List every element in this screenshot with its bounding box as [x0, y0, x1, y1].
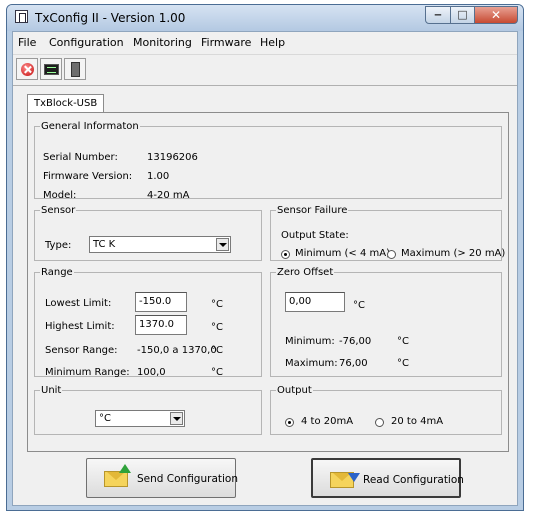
lowest-limit-label: Lowest Limit:	[45, 298, 112, 309]
failure-max-label[interactable]: Maximum (> 20 mA)	[401, 248, 505, 259]
highest-limit-label: Highest Limit:	[45, 321, 115, 332]
send-configuration-button[interactable]: Send Configuration	[86, 458, 238, 498]
title-bar[interactable]: TxConfig II - Version 1.00 ‒ □ ✕	[7, 5, 523, 31]
disconnect-button[interactable]	[16, 58, 38, 80]
menu-bar: File Configuration Monitoring Firmware H…	[13, 32, 517, 52]
sensor-type-label: Type:	[45, 240, 72, 251]
window-title: TxConfig II - Version 1.00	[35, 11, 186, 25]
serial-label: Serial Number:	[43, 152, 118, 163]
output-4-20-label[interactable]: 4 to 20mA	[301, 416, 353, 427]
offset-minimum-label: Minimum:	[285, 336, 335, 347]
output-title: Output	[277, 385, 312, 396]
monitor-icon	[44, 64, 59, 75]
unit-select[interactable]: °C	[95, 410, 185, 427]
output-state-label: Output State:	[281, 230, 349, 241]
failure-min-radio[interactable]	[281, 250, 290, 259]
sensor-title: Sensor	[41, 205, 76, 216]
unit-value: °C	[99, 413, 111, 424]
unit-title: Unit	[41, 385, 62, 396]
stop-icon	[21, 63, 34, 76]
minimum-range-unit: °C	[211, 367, 223, 378]
model-value: 4-20 mA	[147, 190, 190, 201]
maximize-button[interactable]: □	[450, 6, 475, 24]
sensor-type-value: TC K	[93, 239, 116, 250]
unit-group: Unit °C	[34, 385, 262, 435]
minimize-button[interactable]: ‒	[425, 6, 451, 24]
serial-value: 13196206	[147, 152, 198, 163]
failure-min-label[interactable]: Minimum (< 4 mA)	[295, 248, 390, 259]
menu-configuration[interactable]: Configuration	[49, 36, 124, 49]
envelope-icon	[104, 471, 128, 487]
failure-max-radio[interactable]	[387, 250, 396, 259]
chevron-down-icon[interactable]	[170, 412, 183, 425]
menu-monitoring[interactable]: Monitoring	[133, 36, 192, 49]
menu-help[interactable]: Help	[260, 36, 285, 49]
client-area: File Configuration Monitoring Firmware H…	[12, 31, 518, 506]
offset-minimum-value: -76,00	[339, 336, 372, 347]
download-arrow-icon	[348, 473, 360, 482]
tab-panel: General Informaton Serial Number: 131962…	[27, 112, 509, 452]
output-20-4-radio[interactable]	[375, 418, 384, 427]
toolbar	[13, 54, 517, 86]
zero-offset-unit: °C	[353, 300, 365, 311]
sensor-failure-title: Sensor Failure	[277, 205, 348, 216]
menu-firmware[interactable]: Firmware	[201, 36, 251, 49]
range-title: Range	[41, 267, 73, 278]
upload-arrow-icon	[119, 464, 131, 473]
minimum-range-value: 100,0	[137, 367, 166, 378]
sensor-type-select[interactable]: TC K	[89, 236, 231, 253]
general-info-group: General Informaton Serial Number: 131962…	[34, 121, 502, 201]
general-info-title: General Informaton	[41, 121, 139, 132]
send-configuration-label: Send Configuration	[137, 473, 238, 485]
minimize-icon: ‒	[434, 8, 442, 21]
sensor-range-value: -150,0 a 1370,0	[137, 345, 217, 356]
read-configuration-button[interactable]: Read Configuration	[311, 458, 464, 498]
lowest-limit-unit: °C	[211, 299, 223, 310]
sensor-range-unit: °C	[211, 345, 223, 356]
maximize-icon: □	[457, 8, 468, 21]
offset-maximum-value: 76,00	[339, 358, 368, 369]
chip-icon	[71, 62, 80, 77]
range-group: Range Lowest Limit: -150.0 °C Highest Li…	[34, 267, 262, 378]
app-icon[interactable]	[15, 10, 28, 23]
chevron-down-icon[interactable]	[216, 238, 229, 251]
output-20-4-label[interactable]: 20 to 4mA	[391, 416, 443, 427]
output-group: Output 4 to 20mA 20 to 4mA	[270, 385, 502, 435]
output-4-20-radio[interactable]	[285, 418, 294, 427]
sensor-group: Sensor Type: TC K	[34, 205, 262, 261]
zero-offset-group: Zero Offset 0,00 °C Minimum: -76,00 °C M…	[270, 267, 502, 377]
monitor-button[interactable]	[40, 58, 62, 80]
zero-offset-input[interactable]: 0,00	[285, 292, 345, 312]
offset-minimum-unit: °C	[397, 336, 409, 347]
close-icon: ✕	[490, 8, 502, 22]
menu-file[interactable]: File	[18, 36, 36, 49]
close-button[interactable]: ✕	[474, 6, 518, 24]
offset-maximum-label: Maximum:	[285, 358, 338, 369]
minimum-range-label: Minimum Range:	[45, 367, 130, 378]
zero-offset-title: Zero Offset	[277, 267, 334, 278]
highest-limit-unit: °C	[211, 322, 223, 333]
read-configuration-label: Read Configuration	[363, 474, 464, 486]
sensor-failure-group: Sensor Failure Output State: Minimum (< …	[270, 205, 505, 261]
firmware-label: Firmware Version:	[43, 171, 133, 182]
sensor-range-label: Sensor Range:	[45, 345, 118, 356]
app-window: TxConfig II - Version 1.00 ‒ □ ✕ File Co…	[6, 4, 524, 511]
offset-maximum-unit: °C	[397, 358, 409, 369]
firmware-value: 1.00	[147, 171, 170, 182]
tab-txblock-usb[interactable]: TxBlock-USB	[27, 94, 105, 113]
model-label: Model:	[43, 190, 77, 201]
device-button[interactable]	[64, 58, 86, 80]
highest-limit-input[interactable]: 1370.0	[135, 315, 187, 335]
lowest-limit-input[interactable]: -150.0	[135, 292, 187, 312]
